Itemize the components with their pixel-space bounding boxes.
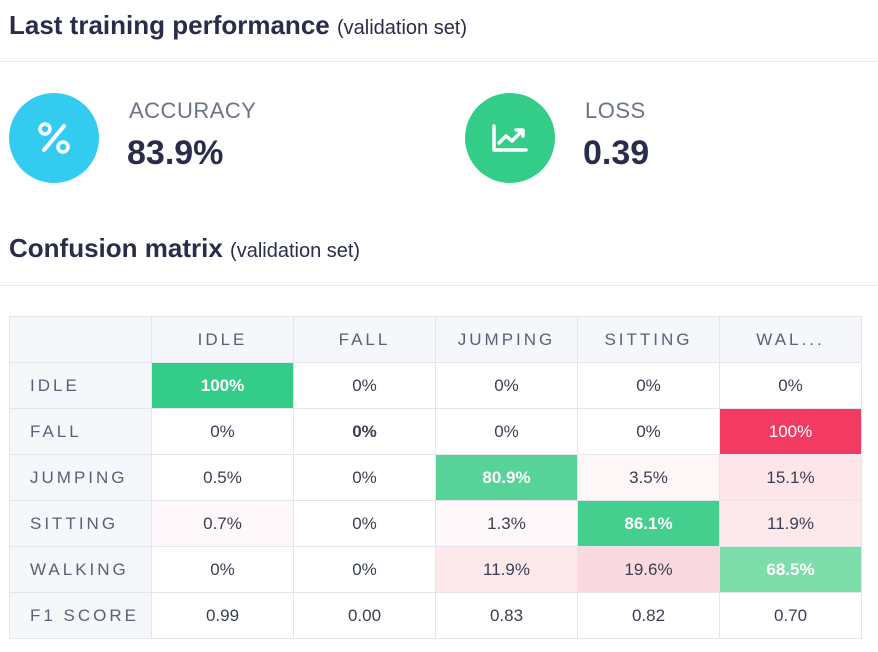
column-header: IDLE bbox=[151, 316, 294, 363]
matrix-cell: 80.9% bbox=[435, 454, 578, 501]
corner-cell bbox=[9, 316, 152, 363]
matrix-cell: 11.9% bbox=[435, 546, 578, 593]
f1-cell: 0.99 bbox=[151, 592, 294, 639]
matrix-cell: 0% bbox=[577, 408, 720, 455]
table-row: SITTING 0.7% 0% 1.3% 86.1% 11.9% bbox=[9, 500, 862, 547]
confusion-title: Confusion matrix (validation set) bbox=[9, 233, 360, 264]
performance-title: Last training performance (validation se… bbox=[9, 10, 467, 41]
divider bbox=[0, 285, 878, 286]
matrix-cell: 15.1% bbox=[719, 454, 862, 501]
confusion-title-text: Confusion matrix bbox=[9, 233, 223, 263]
confusion-subtitle: (validation set) bbox=[230, 240, 361, 262]
matrix-cell: 0% bbox=[293, 454, 436, 501]
loss-value: 0.39 bbox=[583, 134, 650, 172]
matrix-cell: 100% bbox=[151, 362, 294, 409]
loss-metric: LOSS 0.39 bbox=[465, 68, 865, 218]
header-row: IDLE FALL JUMPING SITTING WAL... bbox=[9, 316, 862, 363]
matrix-cell: 0% bbox=[435, 408, 578, 455]
matrix-cell: 0% bbox=[577, 362, 720, 409]
matrix-cell: 0% bbox=[151, 546, 294, 593]
divider bbox=[0, 61, 878, 62]
matrix-cell: 0.5% bbox=[151, 454, 294, 501]
matrix-cell: 3.5% bbox=[577, 454, 720, 501]
row-header: JUMPING bbox=[9, 454, 152, 501]
matrix-cell: 0% bbox=[293, 362, 436, 409]
matrix-cell: 19.6% bbox=[577, 546, 720, 593]
matrix-cell: 0% bbox=[151, 408, 294, 455]
matrix-cell: 0% bbox=[293, 500, 436, 547]
accuracy-value: 83.9% bbox=[127, 134, 224, 172]
column-header: SITTING bbox=[577, 316, 720, 363]
table-row: WALKING 0% 0% 11.9% 19.6% 68.5% bbox=[9, 546, 862, 593]
column-header: JUMPING bbox=[435, 316, 578, 363]
percent-icon bbox=[9, 93, 99, 183]
table-row: FALL 0% 0% 0% 0% 100% bbox=[9, 408, 862, 455]
chart-trend-icon bbox=[465, 93, 555, 183]
matrix-cell: 1.3% bbox=[435, 500, 578, 547]
f1-cell: 0.82 bbox=[577, 592, 720, 639]
loss-label: LOSS bbox=[585, 98, 646, 123]
row-header: IDLE bbox=[9, 362, 152, 409]
matrix-cell: 0% bbox=[293, 408, 436, 455]
matrix-cell: 11.9% bbox=[719, 500, 862, 547]
performance-title-text: Last training performance bbox=[9, 10, 330, 40]
performance-subtitle: (validation set) bbox=[336, 17, 468, 39]
matrix-cell: 0% bbox=[719, 362, 862, 409]
column-header: WAL... bbox=[719, 316, 862, 363]
row-header: F1 SCORE bbox=[9, 592, 152, 639]
accuracy-label: ACCURACY bbox=[129, 98, 257, 123]
matrix-cell: 86.1% bbox=[577, 500, 720, 547]
f1-cell: 0.83 bbox=[435, 592, 578, 639]
confusion-matrix: IDLE FALL JUMPING SITTING WAL... IDLE 10… bbox=[9, 316, 862, 639]
table-row: IDLE 100% 0% 0% 0% 0% bbox=[9, 362, 862, 409]
matrix-cell: 0% bbox=[435, 362, 578, 409]
row-header: WALKING bbox=[9, 546, 152, 593]
matrix-cell: 0% bbox=[293, 546, 436, 593]
f1-cell: 0.70 bbox=[719, 592, 862, 639]
matrix-cell: 68.5% bbox=[719, 546, 862, 593]
column-header: FALL bbox=[293, 316, 436, 363]
row-header: SITTING bbox=[9, 500, 152, 547]
matrix-cell: 0.7% bbox=[151, 500, 294, 547]
table-row: JUMPING 0.5% 0% 80.9% 3.5% 15.1% bbox=[9, 454, 862, 501]
matrix-cell: 100% bbox=[719, 408, 862, 455]
accuracy-metric: ACCURACY 83.9% bbox=[9, 68, 409, 218]
f1-cell: 0.00 bbox=[293, 592, 436, 639]
row-header: FALL bbox=[9, 408, 152, 455]
f1-row: F1 SCORE 0.99 0.00 0.83 0.82 0.70 bbox=[9, 592, 862, 639]
